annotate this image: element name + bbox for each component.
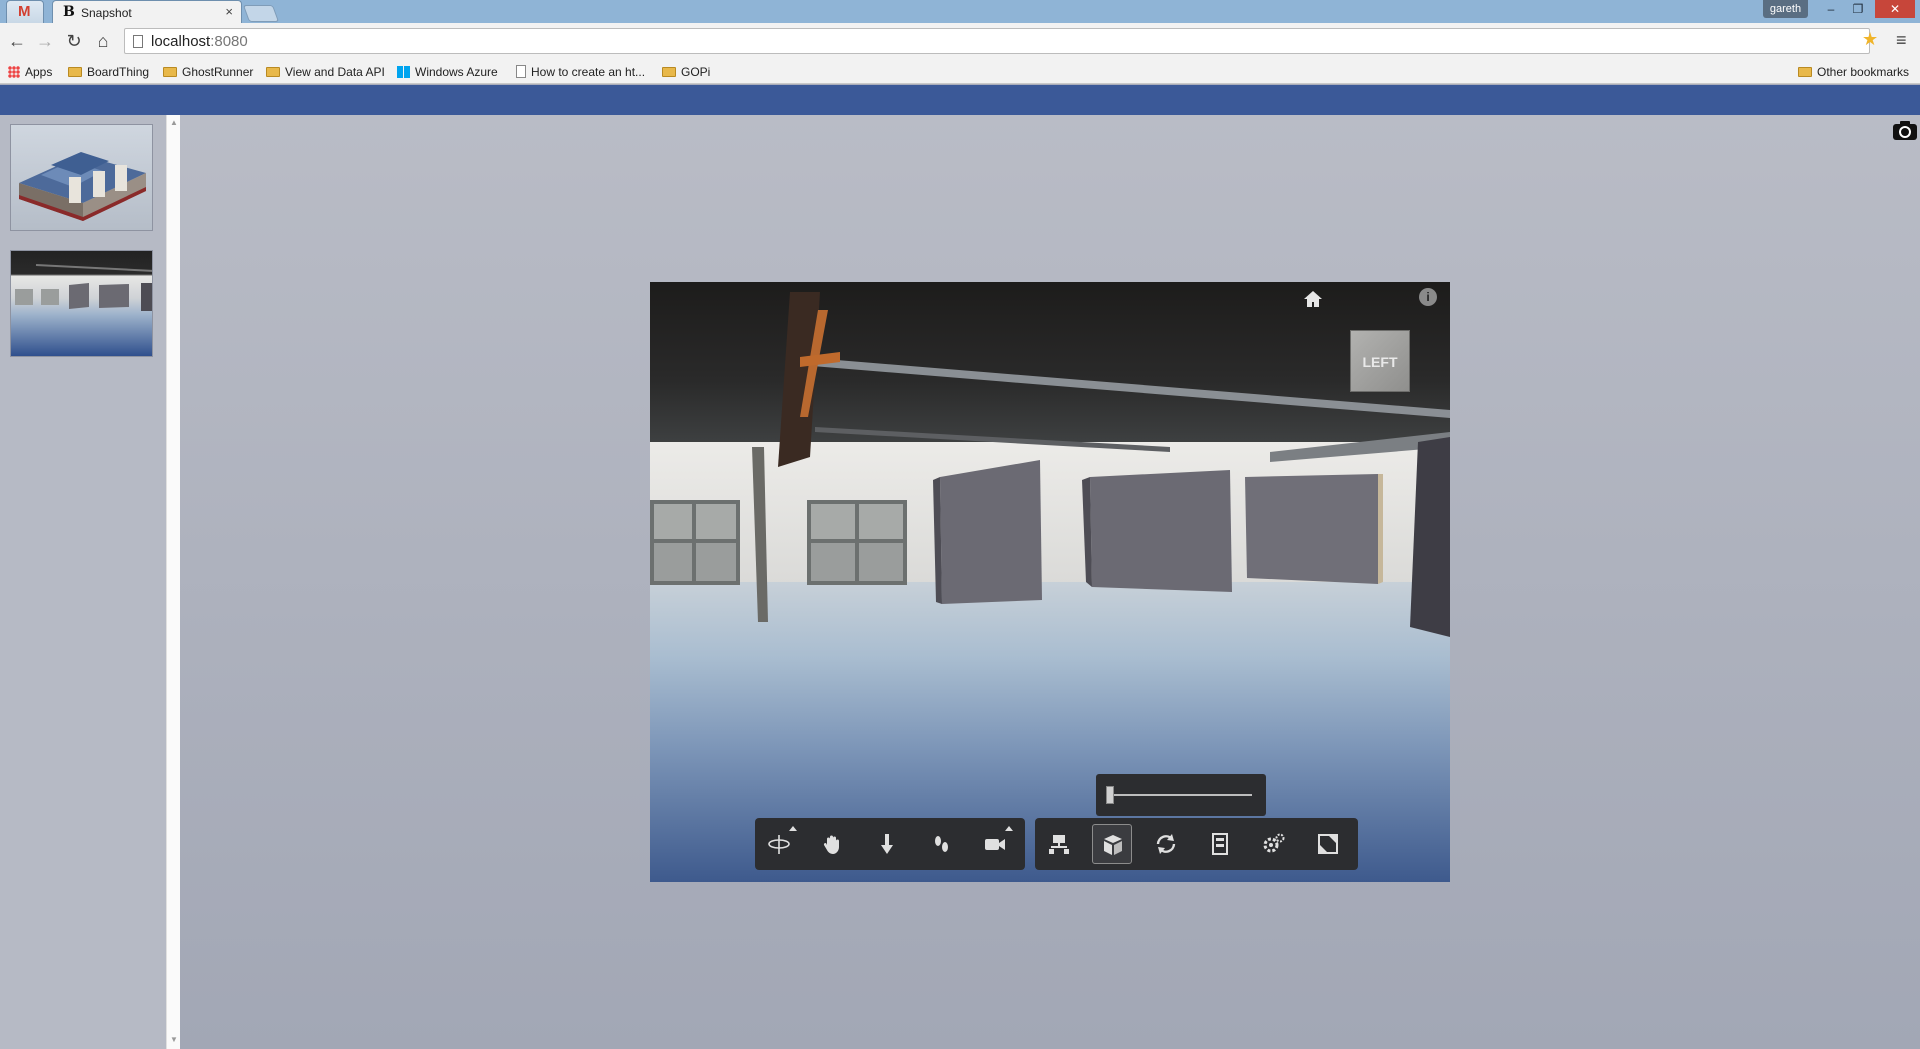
folder-icon	[68, 66, 82, 77]
model-structure-button[interactable]	[1039, 824, 1079, 864]
forward-button[interactable]: →	[34, 30, 56, 52]
menu-icon[interactable]: ≡	[1896, 30, 1907, 51]
walk-icon	[935, 836, 948, 852]
user-badge[interactable]: gareth	[1763, 0, 1808, 18]
bookmarks-bar: Apps BoardThing GhostRunner View and Dat…	[0, 60, 1920, 84]
bookmark-star-icon[interactable]: ★	[1862, 29, 1878, 50]
window-close-button[interactable]: ✕	[1875, 0, 1915, 18]
home-button[interactable]: ⌂	[92, 30, 114, 52]
windows-icon	[397, 65, 410, 78]
apps-icon	[8, 65, 20, 78]
tab-gmail[interactable]: M	[6, 0, 44, 23]
properties-button[interactable]	[1200, 824, 1240, 864]
bookmark-other[interactable]: Other bookmarks	[1798, 64, 1909, 80]
rotate-button[interactable]	[1146, 824, 1186, 864]
new-tab-button[interactable]	[242, 5, 280, 22]
camera-icon	[985, 839, 1005, 850]
sidebar-scrollbar[interactable]: ▲ ▼	[166, 115, 180, 1049]
navigation-toolbar	[755, 818, 1025, 870]
walk-button[interactable]	[921, 824, 961, 864]
back-button[interactable]: ←	[6, 30, 28, 52]
fullscreen-icon	[1318, 834, 1338, 854]
camera-button[interactable]	[975, 824, 1015, 864]
browser-toolbar: ← → ↻ ⌂ localhost:8080 ★ ≡	[0, 23, 1920, 60]
favicon-icon: B	[63, 4, 75, 20]
orbit-button[interactable]	[759, 824, 799, 864]
settings-icon	[1263, 833, 1285, 853]
folder-icon	[1798, 66, 1812, 77]
explode-icon	[1104, 835, 1122, 855]
pan-icon	[823, 835, 839, 854]
model-structure-icon	[1049, 835, 1069, 854]
properties-icon	[1212, 833, 1228, 855]
explode-slider-thumb[interactable]	[1106, 786, 1114, 804]
home-view-icon[interactable]	[1303, 290, 1323, 308]
restore-button[interactable]: ❐	[1845, 0, 1871, 18]
bookmark-apps[interactable]: Apps	[8, 64, 52, 80]
main-content: ▲ ▼ i LEFT	[0, 115, 1920, 1049]
folder-icon	[163, 66, 177, 77]
url-text: localhost:8080	[151, 33, 248, 50]
explode-slider-panel	[1096, 774, 1266, 816]
tab-snapshot[interactable]: B Snapshot ×	[52, 0, 242, 23]
folder-icon	[662, 66, 676, 77]
pan-button[interactable]	[813, 824, 853, 864]
model-viewer[interactable]: i LEFT	[650, 282, 1450, 882]
page-icon	[516, 65, 526, 79]
tab-title: Snapshot	[81, 6, 132, 20]
camera-caret-icon[interactable]	[1005, 826, 1013, 831]
building-model-image	[19, 152, 146, 221]
viewcube[interactable]: LEFT	[1350, 330, 1410, 392]
explode-button[interactable]	[1092, 824, 1132, 864]
fullscreen-button[interactable]	[1308, 824, 1348, 864]
interior-view-image	[15, 264, 152, 311]
snapshot-camera-icon[interactable]	[1892, 119, 1918, 141]
rotate-icon	[1156, 834, 1176, 854]
snapshot-thumbnail-interior[interactable]	[10, 250, 153, 357]
tab-strip: M B Snapshot × gareth – ❐ ✕	[0, 0, 1920, 23]
scroll-up-icon[interactable]: ▲	[170, 118, 178, 127]
gmail-icon: M	[18, 3, 31, 20]
explode-slider-track[interactable]	[1110, 794, 1252, 796]
dolly-icon	[881, 834, 893, 854]
folder-icon	[266, 66, 280, 77]
settings-button[interactable]	[1254, 824, 1294, 864]
app-header	[0, 85, 1920, 115]
bookmark-windows-azure[interactable]: Windows Azure	[397, 64, 498, 80]
snapshot-thumbnail-building[interactable]	[10, 124, 153, 231]
dolly-button[interactable]	[867, 824, 907, 864]
bookmark-how-to-create[interactable]: How to create an ht...	[516, 64, 645, 80]
interior-scene	[650, 292, 1450, 637]
bookmark-view-and-data-api[interactable]: View and Data API	[266, 64, 385, 80]
model-toolbar	[1035, 818, 1358, 870]
info-icon[interactable]: i	[1419, 288, 1437, 306]
orbit-icon	[768, 835, 790, 854]
bookmark-boardthing[interactable]: BoardThing	[68, 64, 149, 80]
snapshot-sidebar	[0, 115, 166, 1049]
orbit-caret-icon[interactable]	[789, 826, 797, 831]
page-icon	[133, 35, 143, 48]
minimize-button[interactable]: –	[1818, 0, 1844, 18]
scroll-down-icon[interactable]: ▼	[170, 1035, 178, 1044]
bookmark-ghostrunner[interactable]: GhostRunner	[163, 64, 253, 80]
reload-button[interactable]: ↻	[63, 30, 85, 52]
tab-close-icon[interactable]: ×	[225, 4, 233, 19]
bookmark-gopi[interactable]: GOPi	[662, 64, 710, 80]
address-bar[interactable]: localhost:8080	[124, 28, 1870, 54]
